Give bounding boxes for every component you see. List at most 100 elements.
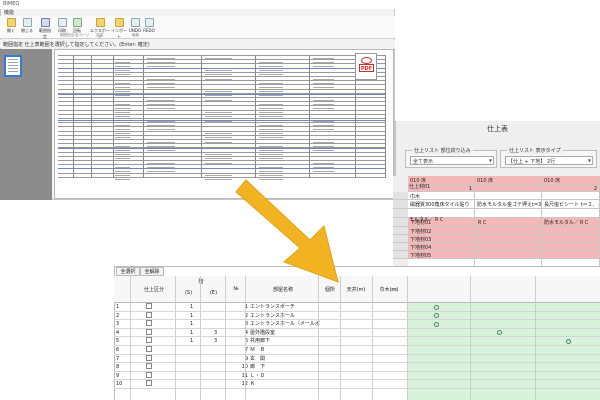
finish-cell[interactable]: [475, 251, 542, 258]
row-checkbox[interactable]: [146, 346, 152, 352]
row-checkbox[interactable]: [146, 328, 152, 335]
finish-grid-header-row: 010 床 010 床 010 床: [408, 176, 600, 185]
finish-cell[interactable]: 下地材05: [408, 251, 475, 258]
menu-bar[interactable]: 機能: [0, 9, 395, 16]
sheet-line: [58, 139, 385, 140]
sheet-text: [259, 82, 283, 84]
row-checkbox[interactable]: [146, 311, 152, 318]
print-button[interactable]: 印刷: [55, 18, 69, 34]
room-number: 2: [244, 312, 248, 319]
finish-cell[interactable]: [475, 243, 542, 250]
finish-cell[interactable]: [542, 209, 600, 217]
finish-row-label: [393, 251, 408, 259]
finish-cell[interactable]: 下地材03: [408, 235, 475, 242]
sheet-text: [115, 133, 131, 135]
finish-cell[interactable]: 下地材02: [408, 227, 475, 234]
finish-cell[interactable]: ＲＣ: [475, 218, 542, 226]
open-button[interactable]: 開く: [4, 18, 18, 34]
table-row[interactable]: 7 9玄 関: [114, 354, 600, 364]
sheet-text: [313, 103, 334, 105]
finish-grid-row[interactable]: 下地材05: [408, 251, 600, 259]
finish-assigned-mark[interactable]: [434, 321, 439, 327]
sheet-text: [259, 91, 283, 93]
table-row[interactable]: 9 11Ｌ・Ｄ: [114, 371, 600, 381]
finish-schedule-preview[interactable]: [54, 49, 394, 199]
finish-cell[interactable]: [475, 235, 542, 242]
sheet-text: [259, 133, 283, 135]
part-filter-group: 仕上リスト 部位絞り込み 全て表示 ▼: [405, 147, 497, 168]
finish-row-label-text: 仕上材01: [409, 184, 431, 190]
header-location: 個所: [324, 287, 335, 293]
table-row[interactable]: 8 10廊 下: [114, 363, 600, 372]
finish-grid-row[interactable]: 巾木: [408, 192, 600, 200]
finish-grid-row[interactable]: 下地材04: [408, 243, 600, 251]
row-checkbox[interactable]: [146, 354, 152, 361]
finish-cell[interactable]: [475, 227, 542, 234]
finish-grid-row[interactable]: 下地材03: [408, 235, 600, 243]
table-row[interactable]: 2 1 2 エントランスホール: [114, 311, 600, 321]
deselect-all-button[interactable]: 全解除: [140, 267, 164, 276]
row-number: 6: [116, 347, 120, 353]
finish-cell[interactable]: [475, 192, 542, 199]
sheet-text: [259, 70, 283, 72]
finish-assigned-mark[interactable]: [434, 304, 439, 310]
room-name: 屋外階段室: [250, 329, 276, 336]
finish-cell[interactable]: 防水モルタル金ゴテ押えt=30: [475, 200, 542, 208]
page-thumbnail[interactable]: [4, 55, 22, 77]
row-checkbox[interactable]: [146, 337, 152, 344]
ribbon-toolbar: 開く 閉じる 範囲指定 印刷 回転 エクスポート インポート UNDO REDO…: [0, 16, 395, 39]
finish-cell[interactable]: 長尺塩ビシート t＝２、３: [542, 200, 600, 208]
sheet-text: [205, 78, 232, 80]
finish-cell[interactable]: [542, 243, 600, 250]
sheet-column-line: [309, 55, 310, 178]
finish-col-header[interactable]: 010 床: [542, 176, 600, 184]
table-row[interactable]: 313エントランスホール（メールボックス）: [114, 320, 600, 329]
finish-cell[interactable]: [475, 209, 542, 217]
finish-cell[interactable]: [542, 227, 600, 234]
sheet-text: [313, 162, 334, 164]
part-filter-dropdown[interactable]: 全て表示 ▼: [410, 156, 494, 165]
finish-col-number: [475, 185, 542, 191]
finish-cell[interactable]: [542, 235, 600, 242]
range-button[interactable]: 範囲指定: [38, 18, 52, 40]
finish-cell[interactable]: 防水モルタル／ＲＣ: [542, 218, 600, 226]
header-ceiling-height: 天井(m): [346, 287, 366, 293]
sheet-text: [205, 70, 232, 72]
range-select-icon: [40, 18, 50, 27]
close-button[interactable]: 閉じる: [20, 18, 34, 34]
redo-button[interactable]: REDO: [142, 18, 156, 33]
table-row[interactable]: 10 12Ｋ: [114, 380, 600, 389]
finish-cell[interactable]: 巾木: [408, 192, 475, 199]
row-checkbox[interactable]: [146, 320, 152, 327]
sheet-text: [115, 103, 131, 105]
table-row[interactable]: 1 1 1 エントランスポーチ: [114, 303, 600, 312]
row-checkbox[interactable]: [146, 371, 152, 378]
finish-cell[interactable]: 下地材04: [408, 243, 475, 250]
row-checkbox[interactable]: [146, 363, 152, 370]
sheet-text: [115, 74, 131, 76]
header-sill-height: 巾木(㎜): [379, 287, 399, 293]
import-button[interactable]: インポート: [110, 18, 128, 40]
finish-row-label: [393, 243, 408, 251]
finish-grid-row[interactable]: 下地材02: [408, 227, 600, 235]
table-row[interactable]: 4 1 3 4 屋外階段室: [114, 328, 600, 338]
display-type-dropdown[interactable]: 【仕上 + 下地】 2行 ▼: [505, 156, 593, 165]
finish-row-label-text: モルタル／ＲＣ: [409, 217, 445, 223]
row-checkbox[interactable]: [146, 380, 152, 387]
finish-cell[interactable]: 磁器質300角床タイル貼り: [408, 200, 475, 208]
select-all-button[interactable]: 全選択: [116, 267, 140, 276]
table-row[interactable]: 6 7Ｍ Ｂ: [114, 346, 600, 355]
folder-icon: [6, 18, 16, 27]
finish-col-header[interactable]: 010 床: [475, 176, 542, 184]
table-row[interactable]: 5 1 3 6 共用廊下: [114, 337, 600, 346]
room-name: Ｌ・Ｄ: [250, 372, 266, 379]
sheet-text: [313, 57, 334, 59]
finish-grid-row[interactable]: 磁器質300角床タイル貼り 防水モルタル金ゴテ押えt=30 長尺塩ビシート t＝２、…: [408, 200, 600, 209]
rotate-button[interactable]: 回転: [70, 18, 84, 34]
finish-assigned-mark[interactable]: [566, 338, 571, 344]
undo-button[interactable]: UNDO: [128, 18, 142, 33]
finish-cell[interactable]: [542, 192, 600, 199]
row-checkbox[interactable]: [146, 303, 152, 309]
finish-cell[interactable]: [542, 251, 600, 258]
instruction-text: 範囲指定 仕上表範囲を選択して指定してください。(Enter: 確定): [0, 40, 395, 48]
